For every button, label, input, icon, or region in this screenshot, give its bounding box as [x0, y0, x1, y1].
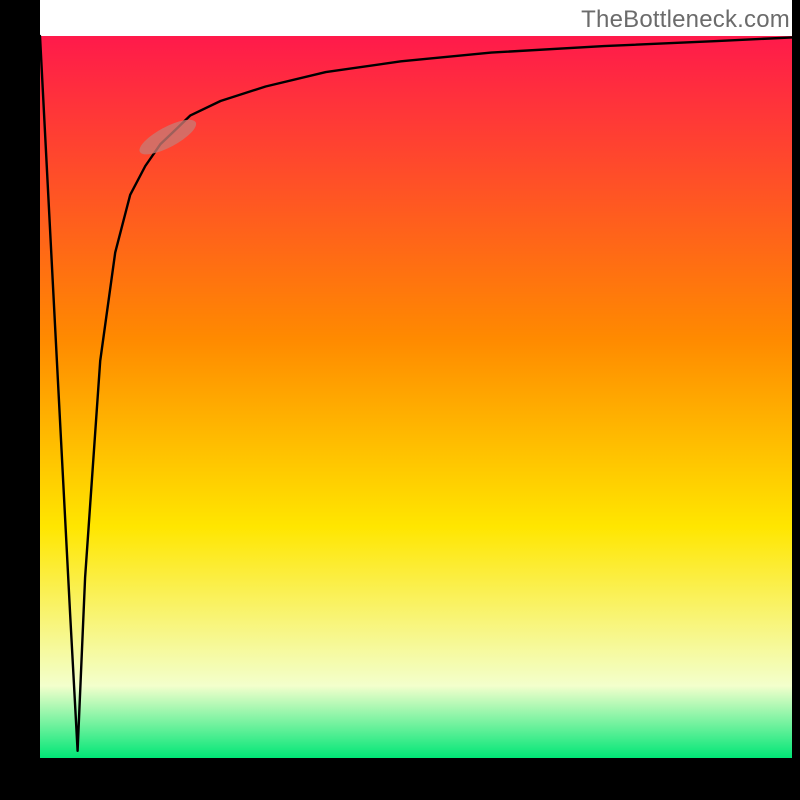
chart-container: TheBottleneck.com: [0, 0, 800, 800]
chart-svg: [0, 0, 800, 800]
watermark-text: TheBottleneck.com: [581, 6, 790, 34]
frame-left: [0, 0, 40, 800]
frame-right: [792, 0, 800, 800]
frame-bottom: [0, 758, 800, 800]
